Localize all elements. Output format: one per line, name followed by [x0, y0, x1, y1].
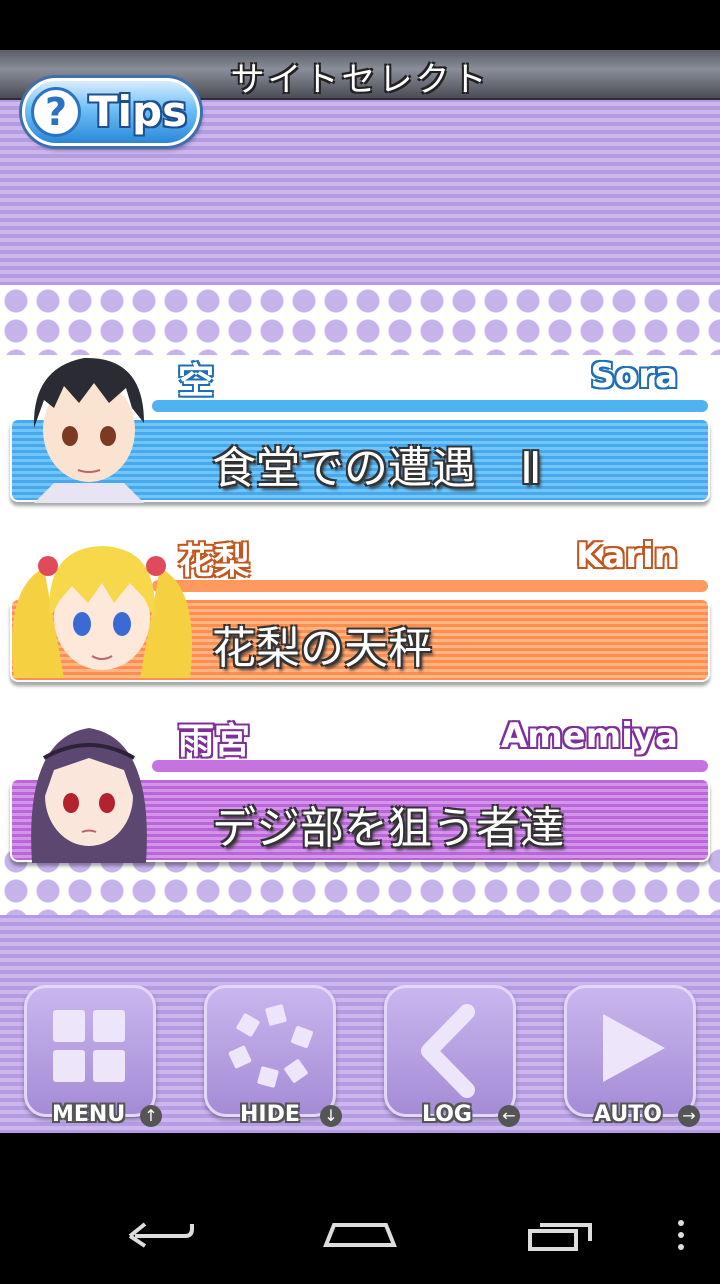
- character-name-en: Amemiya: [501, 716, 678, 756]
- back-icon[interactable]: [120, 1213, 200, 1253]
- tips-button[interactable]: ? Tips: [22, 78, 200, 146]
- auto-label: AUTO: [594, 1102, 662, 1127]
- site-title: 食堂での遭遇 Ⅱ: [212, 443, 542, 494]
- overflow-menu-icon[interactable]: [666, 1213, 696, 1253]
- arrow-left-icon: ←: [498, 1105, 520, 1127]
- hide-button[interactable]: [204, 985, 336, 1117]
- menu-label: MENU: [52, 1102, 126, 1127]
- grid-icon: [53, 1010, 125, 1082]
- arrow-up-icon: ↑: [140, 1105, 162, 1127]
- auto-button[interactable]: [564, 985, 696, 1117]
- chevron-left-icon: [421, 1004, 475, 1098]
- arrow-down-icon: ↓: [320, 1105, 342, 1127]
- play-icon: [603, 1014, 665, 1082]
- recent-apps-icon[interactable]: [520, 1213, 600, 1253]
- site-row-amemiya[interactable]: 雨宮 Amemiya デジ部を狙う者達: [0, 700, 720, 870]
- log-label: LOG: [422, 1102, 472, 1127]
- character-name-en: Karin: [576, 536, 678, 576]
- home-icon[interactable]: [320, 1213, 400, 1253]
- site-row-sora[interactable]: 空 Sora 食堂での遭遇 Ⅱ: [0, 340, 720, 510]
- site-title: 花梨の天秤: [212, 623, 432, 674]
- site-select-panel: 空 Sora 食堂での遭遇 Ⅱ 花梨 Karin 花梨の天秤 雨宮 Amemiy…: [0, 285, 720, 915]
- character-name-jp: 空: [178, 361, 215, 402]
- question-icon: ?: [31, 87, 81, 137]
- navigation-bar: [0, 1133, 720, 1280]
- arrow-right-icon: →: [678, 1105, 700, 1127]
- hide-label: HIDE: [240, 1102, 300, 1127]
- site-row-karin[interactable]: 花梨 Karin 花梨の天秤: [0, 520, 720, 690]
- character-name-en: Sora: [590, 356, 678, 396]
- status-bar: [0, 0, 720, 50]
- amemiya-portrait: [14, 708, 164, 863]
- game-screen: サイトセレクト ? Tips 空 Sora 食堂での遭遇 Ⅱ 花梨 Karin …: [0, 50, 720, 1133]
- site-title: デジ部を狙う者達: [212, 803, 564, 854]
- name-line: [152, 400, 708, 412]
- menu-button[interactable]: [24, 985, 156, 1117]
- karin-portrait: [4, 528, 200, 683]
- character-name-jp: 雨宮: [178, 721, 251, 762]
- scatter-icon: [228, 1004, 313, 1088]
- log-button[interactable]: [384, 985, 516, 1117]
- tips-label: Tips: [89, 87, 188, 136]
- sora-portrait: [14, 348, 164, 503]
